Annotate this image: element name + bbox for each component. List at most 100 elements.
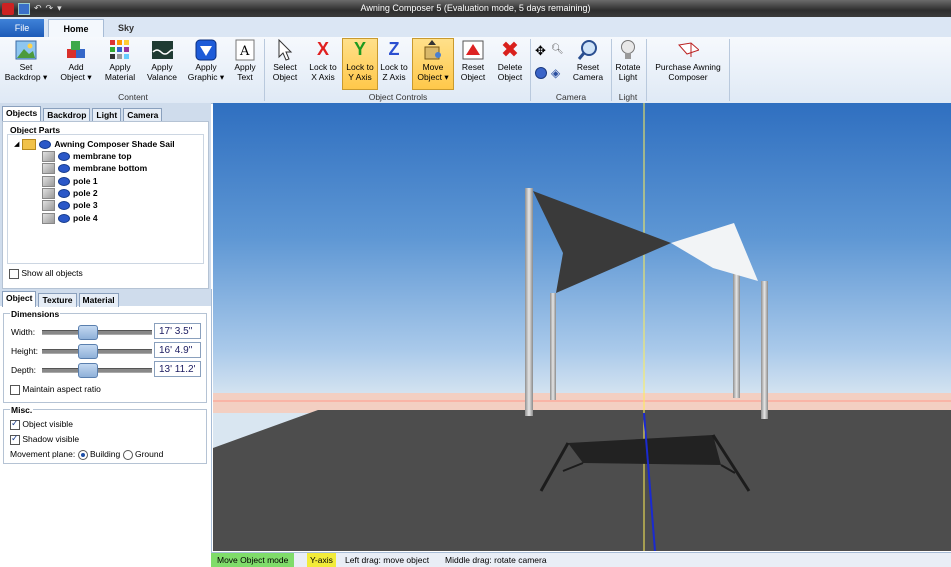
checkbox-box[interactable] bbox=[10, 433, 20, 445]
set-backdrop-button[interactable]: Set Backdrop ▾ bbox=[4, 39, 48, 89]
group-camera-label: Camera bbox=[555, 92, 587, 102]
depth-slider-thumb[interactable] bbox=[78, 363, 98, 378]
tree-item-pole-1[interactable]: pole 1 bbox=[42, 175, 98, 187]
tab-object[interactable]: Object bbox=[2, 291, 37, 307]
scene-canvas[interactable] bbox=[213, 103, 951, 551]
tree-root[interactable]: ◢ Awning Composer Shade Sail bbox=[14, 138, 175, 150]
height-slider-thumb[interactable] bbox=[78, 344, 98, 359]
width-label: Width: bbox=[11, 327, 36, 337]
group-light-label: Light bbox=[618, 92, 638, 102]
light-bulb-icon bbox=[617, 39, 639, 61]
shadow-visible-checkbox[interactable]: Shadow visible bbox=[10, 433, 79, 445]
select-object-button[interactable]: Select Object bbox=[268, 39, 302, 89]
delete-object-button[interactable]: ✖ Delete Object bbox=[494, 39, 526, 89]
zoom-icon[interactable]: 🔍︎ bbox=[551, 44, 564, 55]
dimensions-title: Dimensions bbox=[10, 309, 61, 319]
reset-object-button[interactable]: Reset Object bbox=[456, 39, 490, 89]
apply-material-button[interactable]: Apply Material bbox=[100, 39, 140, 89]
tab-texture[interactable]: Texture bbox=[38, 293, 77, 307]
checkbox-box[interactable] bbox=[10, 418, 20, 430]
eye-icon[interactable] bbox=[58, 163, 70, 173]
delete-x-icon: ✖ bbox=[500, 37, 520, 63]
tree-item-pole-3[interactable]: pole 3 bbox=[42, 199, 98, 211]
depth-value-field[interactable]: 13' 11.2' bbox=[154, 361, 201, 377]
pole-1[interactable] bbox=[525, 188, 533, 416]
tree-item-label: membrane top bbox=[73, 151, 132, 161]
lock-x-axis-button[interactable]: X Lock to X Axis bbox=[306, 39, 340, 89]
tab-file[interactable]: File bbox=[0, 19, 44, 37]
eye-icon[interactable] bbox=[58, 200, 70, 210]
width-value-field[interactable]: 17' 3.5" bbox=[154, 323, 201, 339]
tab-objects[interactable]: Objects bbox=[2, 106, 42, 122]
reset-camera-button[interactable]: Reset Camera bbox=[570, 39, 606, 89]
pole-4[interactable] bbox=[761, 281, 768, 419]
rotate-light-button[interactable]: Rotate Light bbox=[613, 39, 643, 89]
tab-sky[interactable]: Sky bbox=[106, 19, 146, 37]
cube-icon bbox=[42, 150, 55, 162]
checkbox-box[interactable] bbox=[10, 384, 20, 395]
separator bbox=[729, 39, 730, 101]
lock-y-axis-button[interactable]: Y Lock to Y Axis bbox=[342, 38, 378, 90]
add-object-icon bbox=[65, 39, 87, 61]
tree-item-pole-2[interactable]: pole 2 bbox=[42, 187, 98, 199]
status-mode: Move Object mode bbox=[211, 553, 295, 567]
eye-icon[interactable] bbox=[58, 188, 70, 198]
cube-icon bbox=[42, 187, 55, 199]
building-radio[interactable] bbox=[77, 449, 88, 460]
rotate-camera-icon[interactable]: ◈ bbox=[551, 66, 560, 80]
eye-icon[interactable] bbox=[58, 213, 70, 223]
reset-object-label: Reset Object bbox=[460, 62, 486, 82]
height-slider[interactable] bbox=[42, 343, 152, 359]
membrane-bottom[interactable] bbox=[671, 223, 758, 281]
checkbox-box[interactable] bbox=[9, 268, 19, 279]
pole-2[interactable] bbox=[550, 293, 556, 400]
apply-valance-button[interactable]: Apply Valance bbox=[144, 39, 180, 89]
movement-plane-row: Movement plane: Building Ground bbox=[10, 449, 163, 460]
pan-icon[interactable]: ✥ bbox=[535, 43, 546, 59]
status-hint-left-drag: Left drag: move object bbox=[345, 555, 430, 565]
delete-object-label: Delete Object bbox=[497, 62, 523, 82]
add-object-button[interactable]: Add Object ▾ bbox=[56, 39, 96, 89]
lock-z-axis-button[interactable]: Z Lock to Z Axis bbox=[378, 39, 410, 89]
show-all-objects-checkbox[interactable]: Show all objects bbox=[9, 268, 83, 279]
apply-graphic-button[interactable]: Apply Graphic ▾ bbox=[186, 39, 226, 89]
misc-group: Misc. Object visible Shadow visible Move… bbox=[3, 405, 207, 464]
maintain-aspect-checkbox[interactable]: Maintain aspect ratio bbox=[10, 384, 101, 395]
height-value-field[interactable]: 16' 4.9" bbox=[154, 342, 201, 358]
width-slider[interactable] bbox=[42, 324, 152, 340]
ribbon-tab-row: File Home Sky bbox=[0, 17, 951, 38]
eye-icon[interactable] bbox=[58, 176, 70, 186]
window-title: Awning Composer 5 (Evaluation mode, 5 da… bbox=[360, 3, 591, 13]
tree-item-label: pole 4 bbox=[73, 213, 98, 223]
eye-icon[interactable] bbox=[39, 139, 52, 149]
objects-panel-tabs: Objects Backdrop Light Camera bbox=[0, 106, 163, 122]
tree-item-label: pole 2 bbox=[73, 188, 98, 198]
tab-material[interactable]: Material bbox=[78, 293, 119, 307]
3d-viewport[interactable] bbox=[213, 103, 951, 551]
orbit-icon[interactable] bbox=[535, 67, 547, 79]
apply-text-button[interactable]: A Apply Text bbox=[230, 39, 260, 89]
depth-slider[interactable] bbox=[42, 362, 152, 378]
object-visible-checkbox[interactable]: Object visible bbox=[10, 418, 73, 430]
collapse-arrow-icon[interactable]: ◢ bbox=[14, 140, 19, 148]
eye-icon[interactable] bbox=[58, 151, 70, 161]
ground-radio[interactable] bbox=[122, 449, 133, 460]
tab-camera[interactable]: Camera bbox=[123, 108, 163, 122]
status-bar: Move Object mode Y-axis Left drag: move … bbox=[211, 552, 951, 567]
membrane-top[interactable] bbox=[533, 191, 671, 293]
purchase-button[interactable]: Purchase Awning Composer bbox=[650, 39, 726, 89]
properties-panel: Object Texture Material Dimensions Width… bbox=[0, 289, 212, 552]
width-slider-thumb[interactable] bbox=[78, 325, 98, 340]
move-object-button[interactable]: Move Object ▾ bbox=[412, 38, 454, 90]
purchase-label: Purchase Awning Composer bbox=[655, 62, 721, 82]
tab-backdrop[interactable]: Backdrop bbox=[43, 108, 91, 122]
tree-item-membrane-top[interactable]: membrane top bbox=[42, 150, 132, 162]
tab-light[interactable]: Light bbox=[92, 108, 122, 122]
reset-object-icon bbox=[462, 39, 484, 61]
tree-item-membrane-bottom[interactable]: membrane bottom bbox=[42, 162, 147, 174]
separator bbox=[264, 39, 265, 101]
tab-home[interactable]: Home bbox=[48, 19, 104, 38]
cube-icon bbox=[42, 212, 55, 224]
tree-item-pole-4[interactable]: pole 4 bbox=[42, 212, 98, 224]
dimensions-group: Dimensions Width: 17' 3.5" Height: 16' 4… bbox=[3, 309, 207, 403]
